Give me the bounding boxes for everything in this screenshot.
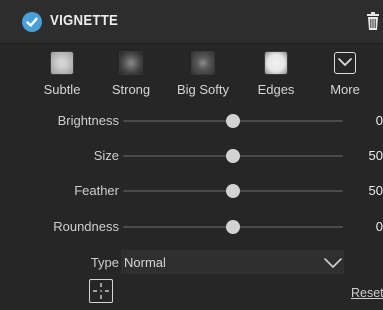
preset-more-button[interactable]: More: [310, 52, 380, 98]
crosshair-target-icon[interactable]: [89, 279, 113, 303]
preset-big-softy-button[interactable]: Big Softy: [168, 52, 238, 98]
trash-icon[interactable]: [367, 12, 379, 35]
size-value: 50: [368, 148, 383, 163]
preset-bar: Subtle Strong Big Softy Edges More: [0, 52, 383, 98]
chevron-down-icon: [324, 256, 342, 274]
panel-title: VIGNETTE: [50, 12, 119, 29]
feather-value: 50: [368, 183, 383, 198]
feather-slider-knob[interactable]: [226, 184, 240, 198]
chevron-down-box-icon: [334, 52, 356, 74]
brightness-value: 0: [375, 113, 383, 128]
type-dropdown[interactable]: Normal: [121, 250, 344, 274]
panel-header: VIGNETTE: [0, 0, 383, 44]
preset-strong-button[interactable]: Strong: [96, 52, 166, 98]
size-label: Size: [93, 148, 119, 163]
preset-edges-button[interactable]: Edges: [241, 52, 311, 98]
preset-label: Big Softy: [176, 82, 230, 97]
brightness-slider-knob[interactable]: [226, 114, 240, 128]
subtle-vignette-thumbnail: [51, 52, 73, 74]
roundness-value: 0: [375, 219, 383, 234]
preset-label: More: [330, 82, 360, 97]
type-label: Type: [90, 255, 119, 270]
strong-vignette-thumbnail: [120, 52, 142, 74]
edges-vignette-thumbnail: [265, 52, 287, 74]
roundness-slider-knob[interactable]: [226, 220, 240, 234]
preset-label: Edges: [257, 82, 295, 97]
type-dropdown-value: Normal: [124, 255, 166, 270]
preset-subtle-button[interactable]: Subtle: [27, 52, 97, 98]
brightness-label: Brightness: [57, 113, 119, 128]
feather-slider-row: Feather 50: [0, 181, 383, 201]
checkmark-icon: [26, 17, 38, 27]
roundness-label: Roundness: [53, 219, 119, 234]
feather-label: Feather: [74, 183, 119, 198]
preset-label: Subtle: [43, 82, 81, 97]
preset-label: Strong: [111, 82, 151, 97]
size-slider-knob[interactable]: [226, 149, 240, 163]
size-slider-row: Size 50: [0, 146, 383, 166]
reset-link[interactable]: Reset: [351, 286, 383, 300]
enable-checkbox[interactable]: [22, 12, 42, 32]
big-softy-vignette-thumbnail: [192, 52, 214, 74]
brightness-slider-row: Brightness 0: [0, 111, 383, 131]
roundness-slider-row: Roundness 0: [0, 217, 383, 237]
